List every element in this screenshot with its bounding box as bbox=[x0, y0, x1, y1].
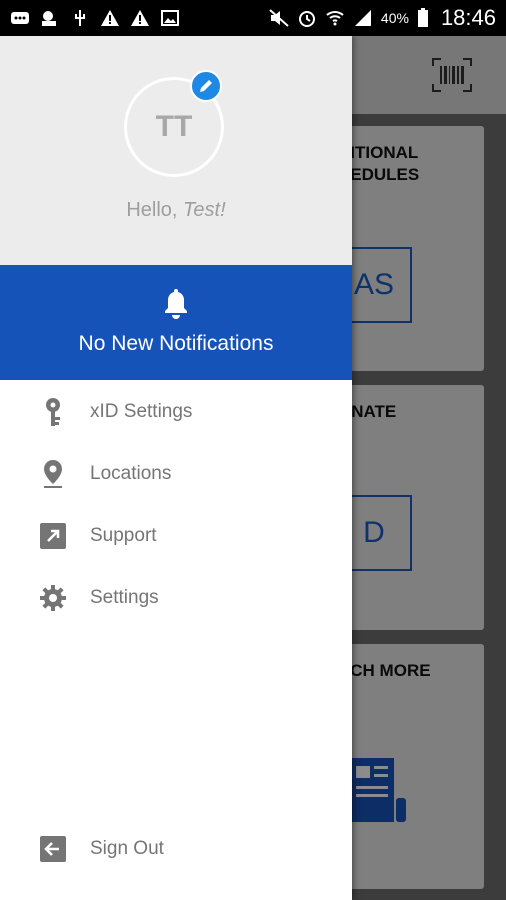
notifications-text: No New Notifications bbox=[78, 332, 274, 355]
key-icon bbox=[38, 397, 68, 427]
image-icon bbox=[161, 10, 179, 26]
usb-icon bbox=[75, 10, 85, 26]
location-pin-icon bbox=[38, 459, 68, 489]
wifi-icon bbox=[326, 11, 344, 26]
message-icon bbox=[11, 12, 29, 24]
status-bar: 40% 18:46 bbox=[0, 0, 506, 36]
menu-item-xid-settings[interactable]: xID Settings bbox=[0, 381, 352, 443]
menu-item-settings[interactable]: Settings bbox=[0, 567, 352, 629]
external-link-icon bbox=[38, 521, 68, 551]
menu-item-locations[interactable]: Locations bbox=[0, 443, 352, 505]
profile-header: TT Hello, Test! bbox=[0, 36, 352, 265]
sign-out-button[interactable]: Sign Out bbox=[0, 818, 352, 880]
mute-icon bbox=[269, 9, 289, 27]
user-name: Test! bbox=[183, 199, 226, 221]
notifications-banner[interactable]: No New Notifications bbox=[0, 265, 352, 380]
battery-icon bbox=[417, 8, 428, 27]
battery-level: 40% bbox=[380, 10, 409, 26]
pencil-icon bbox=[200, 80, 212, 92]
menu-item-label: xID Settings bbox=[90, 401, 193, 422]
alarm-icon bbox=[298, 11, 315, 27]
contact-icon bbox=[42, 11, 56, 26]
warning-icon bbox=[101, 10, 119, 26]
sign-out-icon bbox=[38, 834, 68, 864]
menu-item-label: Support bbox=[90, 525, 157, 546]
avatar-initials: TT bbox=[155, 110, 193, 143]
menu-item-support[interactable]: Support bbox=[0, 505, 352, 567]
edit-profile-button[interactable] bbox=[190, 70, 222, 102]
menu-item-label: Locations bbox=[90, 463, 172, 484]
gear-icon bbox=[38, 583, 68, 613]
greeting-text: Hello, bbox=[126, 199, 184, 221]
greeting: Hello, Test! bbox=[0, 199, 352, 222]
sign-out-label: Sign Out bbox=[90, 838, 164, 859]
clock: 18:46 bbox=[440, 5, 496, 30]
navigation-drawer: TT Hello, Test! No New Notifications xID… bbox=[0, 36, 352, 900]
signal-icon bbox=[354, 10, 371, 26]
warning-icon bbox=[131, 10, 149, 26]
menu-item-label: Settings bbox=[90, 587, 159, 608]
bell-icon bbox=[165, 289, 187, 319]
